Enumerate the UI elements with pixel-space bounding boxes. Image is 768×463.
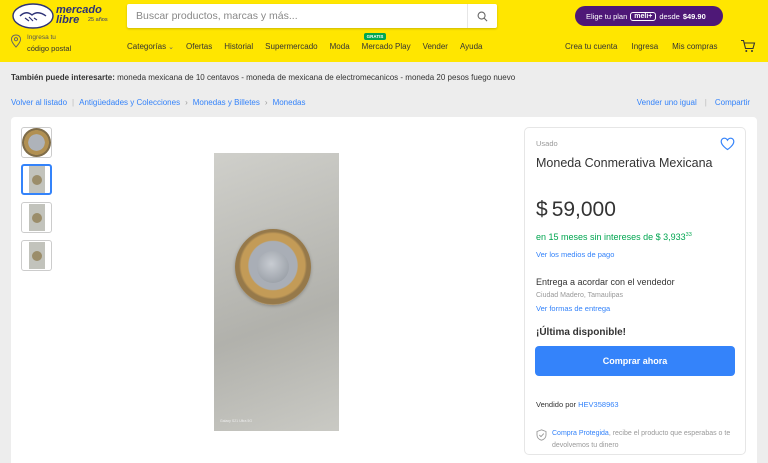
search-bar — [127, 4, 497, 28]
seller-location: Ciudad Madero, Tamaulipas — [536, 292, 624, 299]
chevron-right-icon: › — [185, 98, 188, 107]
heart-icon[interactable] — [720, 137, 735, 151]
related-label: También puede interesarte: — [11, 73, 115, 82]
meli-plus-chip: meli+ — [630, 11, 657, 21]
promo-desde: desde — [659, 11, 680, 21]
product-card: Galaxy S21 Ultra 5G Usado Moneda Conmera… — [11, 117, 757, 463]
page-actions: Vender uno igual | Compartir — [637, 98, 750, 107]
thumbnail-3[interactable] — [21, 202, 52, 233]
thumbnail-1[interactable] — [21, 127, 52, 158]
nav-ofertas[interactable]: Ofertas — [186, 42, 212, 51]
seller-info: Vendido por HEV358963 — [536, 400, 619, 409]
related-searches: También puede interesarte: moneda mexica… — [11, 73, 515, 82]
thumbnail-image — [28, 242, 45, 269]
search-button[interactable] — [467, 4, 497, 28]
location-value: código postal — [27, 44, 72, 53]
sell-similar-link[interactable]: Vender uno igual — [637, 98, 697, 107]
breadcrumb: Volver al listado | Antigüedades y Colec… — [11, 98, 305, 107]
share-link[interactable]: Compartir — [715, 98, 750, 107]
delivery-info: Entrega a acordar con el vendedor — [536, 277, 675, 287]
gratis-badge: GRATIS — [363, 33, 387, 40]
product-price: $59,000 — [536, 198, 616, 222]
back-to-list-link[interactable]: Volver al listado — [11, 98, 67, 107]
header: mercado libre 25 años Elige tu plan meli… — [0, 0, 768, 62]
location-pin-icon — [10, 34, 22, 48]
price-currency: $ — [536, 198, 548, 221]
cart-icon[interactable] — [740, 39, 756, 53]
buy-box: Usado Moneda Conmerativa Mexicana $59,00… — [524, 127, 746, 455]
login-link[interactable]: Ingresa — [631, 42, 658, 51]
buy-now-button[interactable]: Comprar ahora — [535, 346, 735, 376]
account-nav: Crea tu cuenta Ingresa Mis compras — [565, 42, 718, 51]
nav-ayuda[interactable]: Ayuda — [460, 42, 483, 51]
coin-center — [257, 251, 289, 283]
seller-link[interactable]: HEV358963 — [578, 400, 618, 409]
thumbnail-image — [28, 204, 45, 231]
search-icon — [477, 11, 488, 21]
location-selector[interactable]: Ingresa tu código postal — [10, 33, 90, 57]
photo-watermark: Galaxy S21 Ultra 5G — [220, 419, 253, 423]
thumbnail-image — [22, 128, 51, 157]
handshake-logo-icon — [12, 3, 54, 29]
search-input[interactable] — [136, 4, 456, 28]
location-label: Ingresa tu — [27, 34, 56, 41]
meli-plus-promo[interactable]: Elige tu plan meli+ desde $49.90 — [575, 6, 723, 26]
nav-mercado-play[interactable]: GRATIS Mercado Play — [362, 33, 411, 51]
promo-text: Elige tu plan — [586, 11, 628, 21]
protection-text: Compra Protegida, recibe el producto que… — [552, 430, 731, 449]
product-title: Moneda Conmerativa Mexicana — [536, 156, 713, 170]
nav-historial[interactable]: Historial — [224, 42, 253, 51]
related-links[interactable]: moneda mexicana de 10 centavos - moneda … — [117, 73, 515, 82]
product-photo[interactable]: Galaxy S21 Ultra 5G — [214, 153, 339, 431]
actions-divider: | — [704, 98, 707, 107]
breadcrumb-item[interactable]: Antigüedades y Colecciones — [79, 98, 180, 107]
installments-info: en 15 meses sin intereses de $ 3,93333 — [536, 232, 692, 242]
my-purchases-link[interactable]: Mis compras — [672, 42, 717, 51]
nav-categorias[interactable]: Categorías ⌄ — [127, 42, 174, 51]
thumbnail-image — [28, 166, 45, 193]
payment-methods-link[interactable]: Ver los medios de pago — [536, 250, 614, 259]
condition-label: Usado — [536, 139, 558, 148]
stock-status: ¡Última disponible! — [536, 327, 626, 338]
shield-check-icon — [536, 429, 547, 441]
nav-vender[interactable]: Vender — [423, 42, 448, 51]
promo-price: $49.90 — [682, 11, 706, 21]
breadcrumb-divider: | — [72, 98, 75, 107]
chevron-down-icon: ⌄ — [168, 44, 175, 51]
logo-years: 25 años — [88, 17, 108, 23]
delivery-options-link[interactable]: Ver formas de entrega — [536, 304, 610, 313]
mercado-libre-logo[interactable]: mercado libre 25 años — [12, 3, 112, 29]
thumbnail-2[interactable] — [21, 164, 52, 195]
thumbnail-4[interactable] — [21, 240, 52, 271]
price-value: 59,000 — [551, 198, 616, 221]
chevron-right-icon: › — [264, 98, 268, 107]
nav-supermercado[interactable]: Supermercado — [265, 42, 317, 51]
create-account-link[interactable]: Crea tu cuenta — [565, 42, 617, 51]
main-nav: Categorías ⌄ Ofertas Historial Supermerca… — [127, 33, 483, 51]
nav-moda[interactable]: Moda — [330, 42, 350, 51]
coin-image — [235, 229, 311, 305]
breadcrumb-item[interactable]: Monedas — [273, 98, 306, 107]
breadcrumb-item[interactable]: Monedas y Billetes — [193, 98, 260, 107]
protected-purchase-link[interactable]: Compra Protegida — [552, 430, 609, 437]
